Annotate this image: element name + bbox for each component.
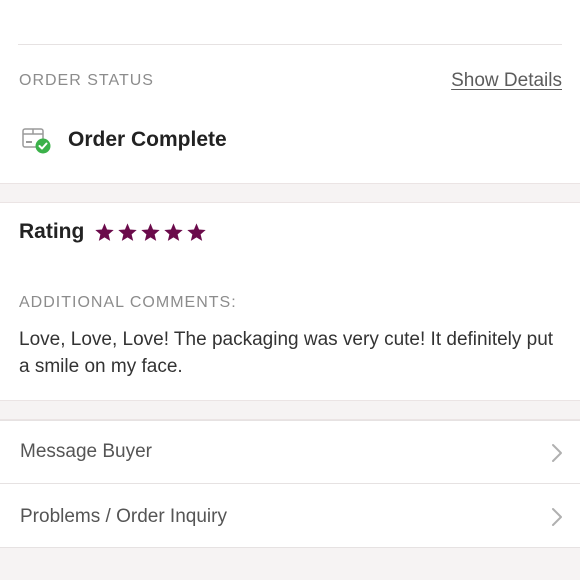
order-status-row: Order Complete — [20, 125, 227, 155]
section-separator — [0, 400, 580, 420]
star-icon — [118, 222, 138, 241]
additional-comments-text: Love, Love, Love! The packaging was very… — [19, 329, 554, 377]
additional-comments-label: ADDITIONAL COMMENTS: — [19, 294, 237, 311]
rating-label: Rating — [19, 220, 85, 243]
bottom-background — [0, 548, 580, 580]
star-icon — [95, 222, 115, 241]
show-details-link[interactable]: Show Details — [451, 70, 562, 92]
menu-item-label: Message Buyer — [20, 441, 153, 462]
order-inquiry-button[interactable]: Problems / Order Inquiry — [0, 485, 580, 548]
order-status-text: Order Complete — [68, 128, 227, 151]
message-buyer-button[interactable]: Message Buyer — [0, 421, 580, 484]
order-status-card: ORDER STATUS Show Details Order Complete — [0, 0, 580, 183]
package-check-icon — [20, 125, 54, 155]
order-status-label: ORDER STATUS — [19, 72, 154, 89]
chevron-right-icon — [550, 506, 564, 528]
menu-item-label: Problems / Order Inquiry — [20, 505, 227, 527]
divider — [18, 44, 562, 45]
star-icon — [187, 222, 207, 241]
star-icon — [141, 222, 161, 241]
section-separator — [0, 183, 580, 203]
star-icon — [164, 222, 184, 241]
rating-stars — [94, 222, 207, 243]
rating-row: Rating — [19, 220, 207, 244]
chevron-right-icon — [550, 442, 564, 464]
order-actions-menu: Message Buyer Problems / Order Inquiry — [0, 420, 580, 548]
